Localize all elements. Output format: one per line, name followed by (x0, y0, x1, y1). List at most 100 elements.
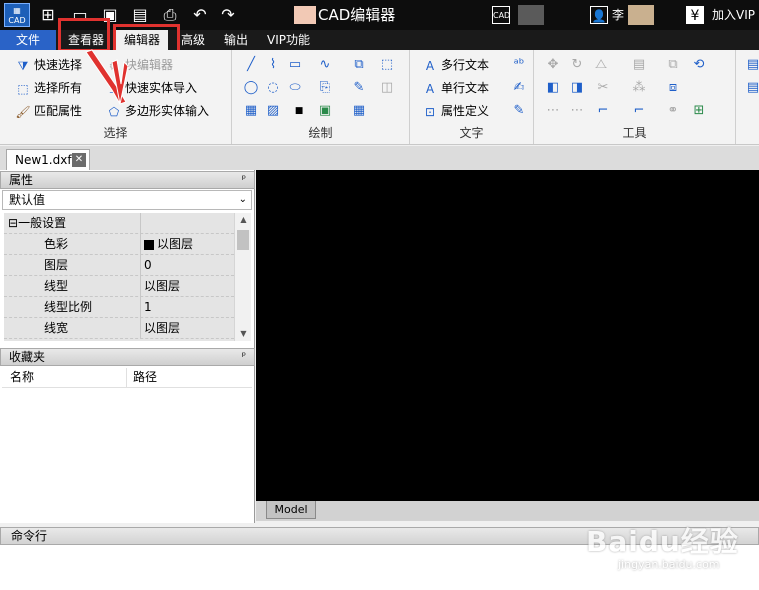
menu-file[interactable]: 文件 (0, 30, 57, 50)
scale-icon[interactable]: ⟲ (690, 56, 708, 74)
break-icon[interactable]: ⋯ (568, 102, 586, 120)
tab-output[interactable]: 输出 (224, 30, 248, 50)
polygon-entity-input-button[interactable]: ⬠ 多边形实体输入 (106, 101, 209, 121)
vip-link[interactable]: 加入VIP (712, 6, 755, 24)
tab-advanced[interactable]: 高级 (181, 30, 205, 50)
chamfer-icon[interactable]: ⌐ (630, 102, 648, 120)
entity-type-dropdown[interactable]: 默认值 ⌄ (2, 190, 252, 210)
property-grid: ⊟一般设置 色彩 以图层 图层 0 线型 以图层 线型比例 1 线宽 以图层 (4, 213, 234, 341)
tab-vip[interactable]: VIP功能 (267, 30, 310, 50)
pen-icon[interactable]: ✎ (350, 79, 368, 97)
table-row[interactable]: 线宽 以图层 (4, 318, 234, 339)
title-redaction (294, 6, 316, 24)
group-icon[interactable]: ⧉ (664, 56, 682, 74)
add-block-icon[interactable]: ⊞ (690, 102, 708, 120)
print-icon[interactable]: ⎙ (160, 5, 180, 25)
redo-icon[interactable]: ↷ (218, 5, 238, 25)
text-edit-icon[interactable]: ✍ (510, 79, 528, 97)
circle-icon[interactable]: ◯ (242, 79, 260, 97)
properties-panel-header: 属性 ᵖ (0, 171, 255, 189)
hatch-icon[interactable]: ▨ (264, 102, 282, 120)
block-editor-icon: ⚙ (108, 58, 120, 73)
import-icon: ⇲ (108, 81, 120, 96)
block-editor-button[interactable]: ⚙ 块编辑器 (106, 55, 173, 75)
table-row[interactable]: 线型 以图层 (4, 276, 234, 297)
single-line-text-button[interactable]: A 单行文本 (422, 78, 489, 98)
text-group: A 多行文本 A 单行文本 ⊡ 属性定义 ᵃᵇ ✍ ✎ 文字 (410, 50, 534, 144)
image-icon[interactable]: ▣ (316, 102, 334, 120)
point-icon[interactable]: ▦ (242, 102, 260, 120)
match-properties-button[interactable]: 🖌 匹配属性 (15, 101, 82, 121)
color-swatch (144, 239, 154, 250)
property-key: 线型 (4, 276, 141, 297)
multiline-text-button[interactable]: A 多行文本 (422, 55, 489, 75)
property-value[interactable]: 以图层 (142, 318, 180, 339)
table-row[interactable]: 图层 0 (4, 255, 234, 276)
document-tab[interactable]: New1.dxf ✕ (6, 149, 90, 170)
close-icon[interactable]: ✕ (72, 153, 86, 167)
drawing-canvas[interactable] (256, 170, 759, 521)
brush-icon: 🖌 (15, 104, 31, 119)
scroll-down-icon[interactable]: ▼ (235, 327, 252, 341)
table-row[interactable]: 色彩 以图层 (4, 234, 234, 255)
collapse-icon[interactable]: ⊟ (8, 216, 18, 230)
select-all-button[interactable]: ⬚ 选择所有 (15, 78, 82, 98)
column-path[interactable]: 路径 (126, 368, 157, 388)
trim-icon[interactable]: ✂ (594, 79, 612, 97)
extra-tool-icon-2[interactable]: ▤ (744, 79, 759, 97)
move-icon[interactable]: ✥ (544, 56, 562, 74)
properties-panel-title: 属性 (9, 173, 34, 187)
property-value[interactable]: 1 (142, 297, 152, 318)
new-icon[interactable]: ⊞ (38, 5, 58, 25)
undo-icon[interactable]: ↶ (190, 5, 210, 25)
polyline-icon[interactable]: ⌇ (264, 56, 282, 74)
pin-icon[interactable]: ᵖ (242, 349, 246, 365)
properties-icon[interactable]: ▤ (630, 56, 648, 74)
scroll-thumb[interactable] (237, 230, 249, 250)
spline-icon[interactable]: ∿ (316, 56, 334, 74)
ellipse-icon[interactable]: ⬭ (286, 79, 304, 97)
property-value[interactable]: 以图层 (142, 276, 180, 297)
dot-icon[interactable]: ■ (290, 102, 308, 120)
quick-select-button[interactable]: ⧩ 快速选择 (15, 55, 82, 75)
pin-icon[interactable]: ᵖ (242, 172, 246, 188)
join-icon[interactable]: ⚭ (664, 102, 682, 120)
text-field-icon[interactable]: ✎ (510, 102, 528, 120)
fillet-icon[interactable]: ⌐ (594, 102, 612, 120)
table-row[interactable]: 线型比例 1 (4, 297, 234, 318)
save-as-icon[interactable]: ▤ (130, 5, 150, 25)
mirror-icon[interactable]: ⧍ (592, 56, 610, 74)
arc-icon[interactable]: ◌ (264, 79, 282, 97)
select-region-icon[interactable]: ⬚ (378, 56, 396, 74)
copy-icon[interactable]: ⎘ (316, 79, 334, 97)
explode-icon[interactable]: ⁂ (630, 79, 648, 97)
currency-icon[interactable]: ¥ (686, 6, 704, 24)
cad-badge-icon[interactable]: CAD (492, 6, 510, 24)
align-right-icon[interactable]: ◨ (568, 79, 586, 97)
user-icon[interactable]: 👤 (590, 6, 608, 24)
line-icon[interactable]: ╱ (242, 56, 260, 74)
attribute-definition-button[interactable]: ⊡ 属性定义 (422, 101, 489, 121)
layers-icon[interactable]: ◫ (378, 79, 396, 97)
property-scrollbar[interactable]: ▲ ▼ (234, 213, 251, 341)
property-key: 图层 (4, 255, 141, 276)
property-value[interactable]: 以图层 (142, 234, 193, 255)
model-tab[interactable]: Model (266, 501, 316, 519)
extra-tool-icon[interactable]: ▤ (744, 56, 759, 74)
rectangle-icon[interactable]: ▭ (286, 56, 304, 74)
quick-entity-import-button[interactable]: ⇲ 快速实体导入 (106, 78, 197, 98)
table-icon[interactable]: ▦ (350, 102, 368, 120)
scroll-up-icon[interactable]: ▲ (235, 213, 252, 227)
rotate-icon[interactable]: ↻ (568, 56, 586, 74)
property-value[interactable]: 0 (142, 255, 152, 276)
app-logo-icon[interactable]: ▦ CAD (4, 3, 30, 27)
tools-group: ✥ ↻ ⧍ ▤ ⧉ ⟲ ◧ ◨ ✂ ⁂ ⧈ ⋯ ⋯ ⌐ ⌐ ⚭ ⊞ 工具 (534, 50, 736, 144)
extend-icon[interactable]: ⋯ (544, 102, 562, 120)
offset-icon[interactable]: ⧈ (664, 79, 682, 97)
column-name[interactable]: 名称 (4, 368, 34, 388)
block-insert-icon[interactable]: ⧉ (350, 56, 368, 74)
align-left-icon[interactable]: ◧ (544, 79, 562, 97)
section-row[interactable]: ⊟一般设置 (4, 213, 234, 234)
select-group-title: 选择 (103, 126, 128, 140)
text-style-icon[interactable]: ᵃᵇ (510, 56, 528, 74)
